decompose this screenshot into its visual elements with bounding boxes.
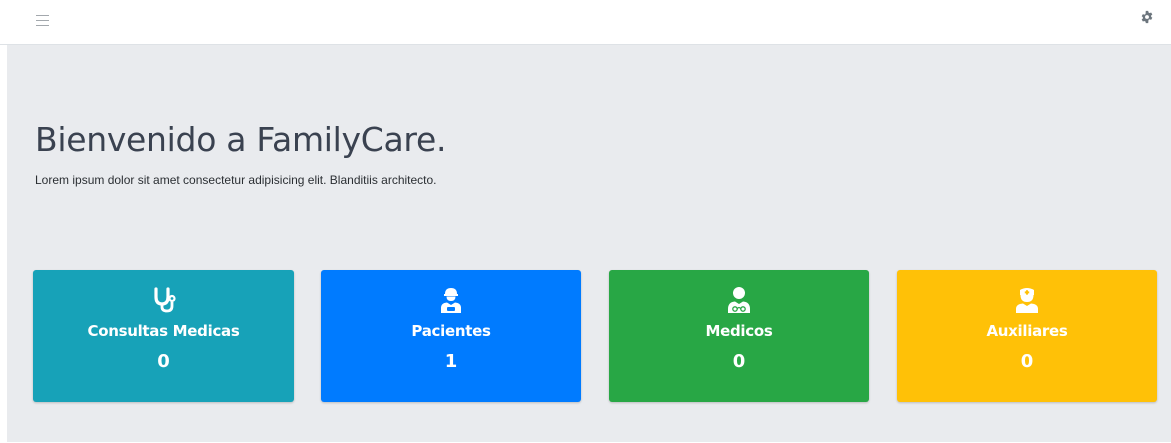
card-count: 1 bbox=[444, 351, 458, 372]
card-label: Consultas Medicas bbox=[87, 322, 240, 340]
nurse-icon bbox=[1016, 288, 1038, 313]
card-medicos[interactable]: Medicos 0 bbox=[609, 270, 869, 402]
card-count: 0 bbox=[732, 351, 746, 372]
top-navbar bbox=[0, 0, 1171, 45]
main-content: Bienvenido a FamilyCare. Lorem ipsum dol… bbox=[7, 45, 1171, 442]
card-count: 0 bbox=[1020, 351, 1034, 372]
card-consultas-medicas[interactable]: Consultas Medicas 0 bbox=[33, 270, 294, 402]
doctor-icon bbox=[728, 287, 750, 313]
card-label: Pacientes bbox=[411, 322, 491, 340]
page-title: Bienvenido a FamilyCare. bbox=[35, 120, 447, 159]
card-count: 0 bbox=[157, 351, 170, 372]
stethoscope-icon bbox=[153, 287, 176, 313]
card-label: Auxiliares bbox=[986, 322, 1068, 340]
gear-icon[interactable] bbox=[1140, 10, 1154, 24]
page-subtitle: Lorem ipsum dolor sit amet consectetur a… bbox=[35, 173, 437, 187]
card-label: Medicos bbox=[705, 322, 773, 340]
card-auxiliares[interactable]: Auxiliares 0 bbox=[897, 270, 1157, 402]
patient-icon bbox=[441, 288, 461, 313]
card-pacientes[interactable]: Pacientes 1 bbox=[321, 270, 581, 402]
hamburger-icon[interactable] bbox=[36, 13, 50, 27]
